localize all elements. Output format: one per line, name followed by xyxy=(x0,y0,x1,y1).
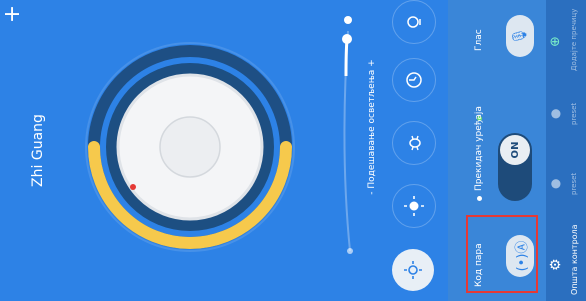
plus-circle-icon: ⊕ xyxy=(548,36,563,47)
mode-sun[interactable] xyxy=(392,184,436,228)
brightness-dial[interactable] xyxy=(80,37,300,257)
voice-button[interactable]: 🎙 xyxy=(506,15,534,57)
strip-preset-2[interactable]: ● preset xyxy=(548,91,584,131)
bug-icon xyxy=(409,135,421,151)
switch-knob: ON xyxy=(500,135,530,165)
dial-indicator xyxy=(130,184,136,190)
mode-row xyxy=(378,0,448,301)
strip-add-shortcut[interactable]: ⊕ Додајте пречицу xyxy=(548,1,584,71)
device-switch[interactable]: ON xyxy=(498,133,532,201)
drop-icon: ● xyxy=(548,108,562,119)
signal-tower-icon: (•)Ⓐ xyxy=(514,240,530,272)
gear-icon: ⚙ xyxy=(548,258,564,271)
slider-max-dot xyxy=(344,16,352,24)
mode-bug[interactable] xyxy=(392,121,436,165)
pair-code-button[interactable]: (•)Ⓐ xyxy=(506,235,534,277)
strip-preset-2-label: preset xyxy=(570,102,578,125)
strip-general-control[interactable]: ⚙ Општа контрола xyxy=(548,224,584,295)
drop-icon: ● xyxy=(548,178,562,189)
mode-light-bulb[interactable] xyxy=(392,0,436,44)
strip-preset-1[interactable]: ● preset xyxy=(548,161,584,201)
pair-code-label: Код пара xyxy=(474,243,484,287)
plus-icon[interactable]: + xyxy=(0,3,25,25)
dial-graphic xyxy=(85,42,295,252)
sun-icon xyxy=(404,196,424,216)
strip-general-label: Општа контрола xyxy=(570,224,579,295)
moon-clock-icon xyxy=(406,72,422,88)
slider-label: - Подешавање осветљења + xyxy=(367,59,377,195)
switch-off-dot xyxy=(477,196,482,201)
mode-moon-clock[interactable] xyxy=(392,58,436,102)
switch-label: Прекидач уређаја xyxy=(474,106,484,191)
microphone-icon: 🎙 xyxy=(512,27,528,45)
slider-min-dot xyxy=(347,248,353,254)
strip-preset-1-label: preset xyxy=(570,172,578,195)
slider-thumb[interactable] xyxy=(342,34,352,44)
sun-outline-icon xyxy=(404,261,422,279)
strip-add-label: Додајте пречицу xyxy=(570,8,578,71)
mode-sun-outline[interactable] xyxy=(392,249,434,291)
voice-label: Глас xyxy=(474,29,484,51)
light-bulb-icon xyxy=(407,16,421,28)
app-title: Zhi Guang xyxy=(30,114,46,187)
